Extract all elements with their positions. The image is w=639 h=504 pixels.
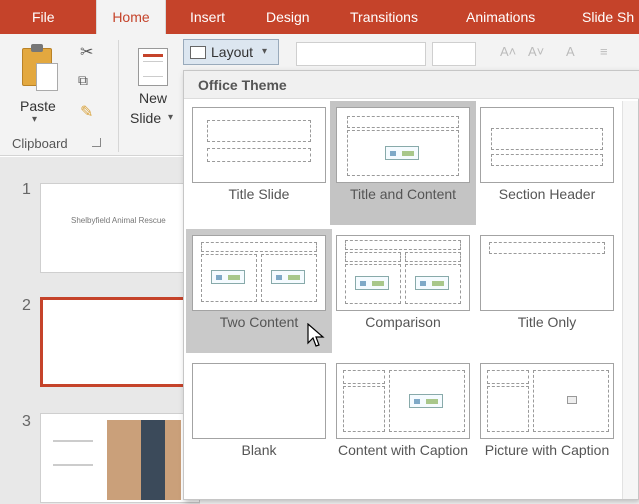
new-slide-icon[interactable]: [138, 48, 168, 86]
chevron-down-icon: ▾: [32, 114, 38, 125]
mouse-cursor-icon: [307, 323, 325, 347]
new-slide-label[interactable]: New: [139, 90, 167, 106]
gallery-header: Office Theme: [184, 71, 639, 99]
slide-number: 2: [22, 297, 31, 314]
slide-number: 1: [22, 181, 31, 198]
layout-label: Blank: [241, 442, 277, 458]
layout-preview: [336, 235, 470, 311]
copy-icon[interactable]: ⧉: [78, 72, 88, 89]
layout-preview: [192, 107, 326, 183]
bullets-icon[interactable]: ≡: [600, 44, 608, 59]
layout-label: Title and Content: [349, 186, 457, 202]
layout-label: Title Slide: [228, 186, 290, 202]
tab-file[interactable]: File: [22, 0, 65, 34]
layout-label: Picture with Caption: [484, 442, 610, 458]
layout-blank[interactable]: Blank: [186, 357, 332, 481]
shrink-font-icon[interactable]: A˅: [528, 44, 544, 59]
tab-animations[interactable]: Animations: [456, 0, 545, 34]
picture-placeholder-icon: [567, 396, 577, 404]
layout-label: Title Only: [517, 314, 577, 330]
layout-content-with-caption[interactable]: Content with Caption: [330, 357, 476, 481]
slides-pane: 1 Shelbyfield Animal Rescue 2 3: [0, 157, 200, 504]
ribbon-tab-bar: File Home Insert Design Transitions Anim…: [0, 0, 639, 34]
format-painter-icon[interactable]: ✎: [80, 102, 93, 122]
tab-slideshow[interactable]: Slide Sh: [572, 0, 639, 34]
layout-gallery: Office Theme Title Slide Title and Conte…: [183, 70, 639, 500]
layout-preview: [480, 363, 614, 439]
font-size-box[interactable]: [432, 42, 476, 66]
layout-preview: [192, 235, 326, 311]
paste-icon: [22, 44, 58, 91]
slide-number: 3: [22, 413, 31, 430]
layout-label: Section Header: [498, 186, 596, 202]
clipboard-group-label: Clipboard: [12, 136, 68, 151]
layout-title-only[interactable]: Title Only: [474, 229, 620, 353]
slide-thumbnail-3[interactable]: [40, 413, 200, 503]
slide-thumbnail-photo: [107, 420, 181, 500]
layout-preview: [192, 363, 326, 439]
chevron-down-icon: ▾: [168, 112, 174, 123]
slide-thumbnail-text-lines: [53, 440, 93, 466]
chevron-down-icon: ▾: [262, 46, 268, 57]
gallery-section-title: Office Theme: [198, 77, 287, 93]
dialog-launcher-icon[interactable]: [92, 138, 101, 147]
paste-label: Paste: [20, 98, 56, 114]
grow-font-icon[interactable]: A˄: [500, 44, 516, 59]
tab-transitions[interactable]: Transitions: [340, 0, 428, 34]
slide-thumbnail-title: Shelbyfield Animal Rescue: [71, 216, 166, 225]
tab-home[interactable]: Home: [96, 0, 166, 34]
layout-picture-with-caption[interactable]: Picture with Caption: [474, 357, 620, 481]
layout-preview: [480, 235, 614, 311]
layout-title-slide[interactable]: Title Slide: [186, 101, 332, 225]
layout-title-and-content[interactable]: Title and Content: [330, 101, 476, 225]
cut-icon[interactable]: ✂: [80, 42, 93, 62]
group-separator: [118, 40, 119, 152]
layout-comparison[interactable]: Comparison: [330, 229, 476, 353]
tab-design[interactable]: Design: [256, 0, 320, 34]
paste-button[interactable]: Paste ▾: [14, 42, 64, 132]
clear-format-icon[interactable]: A: [566, 44, 575, 59]
tab-insert[interactable]: Insert: [180, 0, 235, 34]
slide-thumbnail-2[interactable]: [40, 297, 200, 387]
gallery-scrollbar[interactable]: [622, 101, 638, 499]
layout-button[interactable]: Layout ▾: [183, 39, 279, 65]
slide-thumbnail-1[interactable]: Shelbyfield Animal Rescue: [40, 183, 200, 273]
layout-preview: [336, 363, 470, 439]
layout-label: Comparison: [365, 314, 441, 330]
layout-button-label: Layout: [211, 44, 254, 60]
new-slide-label-2[interactable]: Slide: [130, 110, 161, 126]
font-name-box[interactable]: [296, 42, 426, 66]
layout-icon: [190, 46, 206, 59]
layout-preview: [480, 107, 614, 183]
layout-section-header[interactable]: Section Header: [474, 101, 620, 225]
layout-label: Content with Caption: [338, 442, 468, 458]
layout-preview: [336, 107, 470, 183]
